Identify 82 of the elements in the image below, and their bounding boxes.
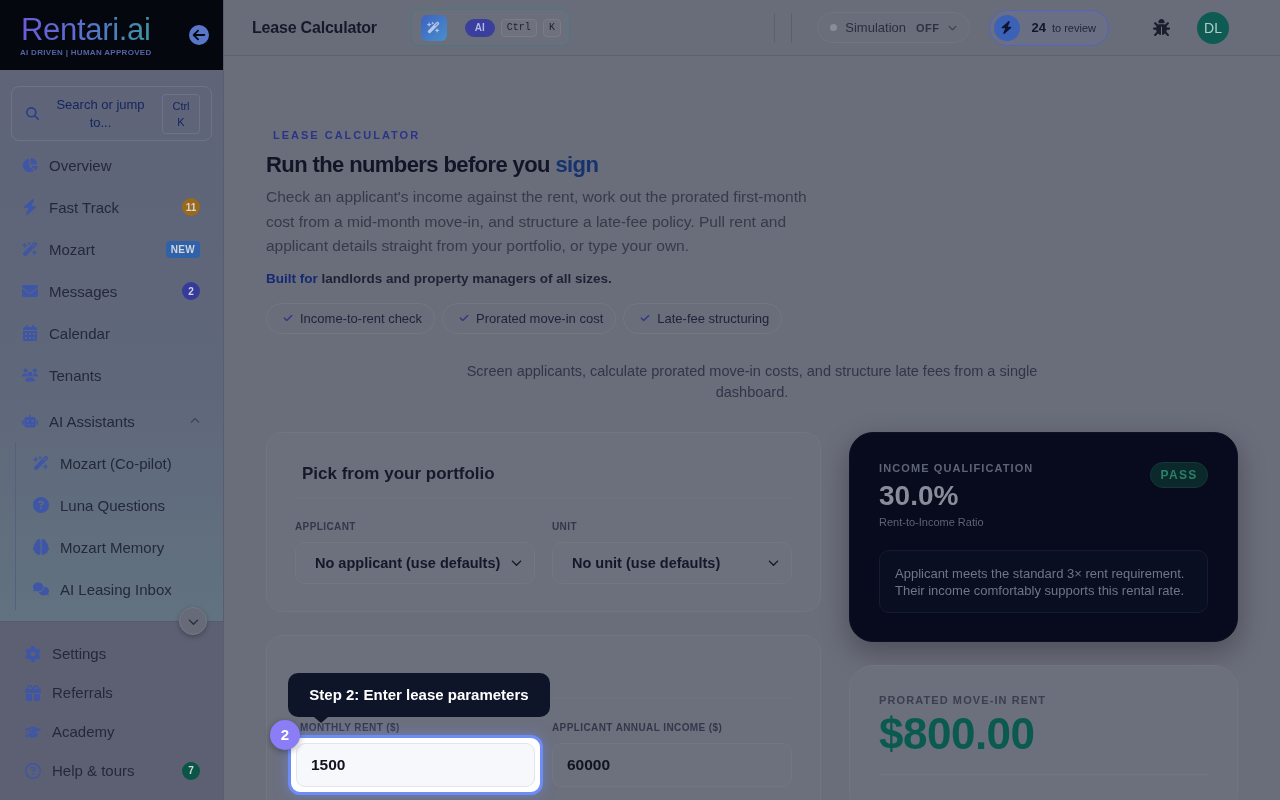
- magic-wand-icon: [420, 14, 447, 41]
- lightning-icon: [993, 14, 1020, 41]
- search-field[interactable]: Search or jump to... Ctrl K: [11, 86, 212, 141]
- nav-item[interactable]: Settings: [11, 634, 212, 673]
- field-label: APPLICANT: [295, 520, 357, 533]
- back-arrow-icon[interactable]: [189, 25, 209, 45]
- new-tag: NEW: [165, 240, 200, 258]
- feature-text: Late-fee structuring: [657, 310, 770, 326]
- nav-item[interactable]: Messages 2: [11, 270, 212, 312]
- check-icon: [459, 313, 470, 323]
- count-badge: 2: [182, 282, 200, 300]
- keyboard-shortcut: Ctrl K: [162, 93, 200, 134]
- lightning-icon: [22, 199, 38, 215]
- magic-wand-icon: [22, 241, 38, 257]
- simulation-toggle[interactable]: Simulation OFF: [817, 12, 970, 43]
- step-badge: 2: [270, 719, 300, 750]
- nav-item[interactable]: Referrals: [11, 673, 212, 712]
- count-badge: 11: [182, 198, 200, 216]
- nav-item[interactable]: Tenants: [11, 354, 212, 396]
- search-icon: [26, 107, 39, 120]
- graduation-cap-icon: [25, 723, 41, 740]
- robot-icon: [22, 413, 38, 429]
- ai-command-button[interactable]: AI Ctrl K: [410, 9, 570, 46]
- nav-group[interactable]: AI Assistants: [11, 400, 212, 442]
- page-title: Lease Calculator: [252, 18, 377, 37]
- input-field[interactable]: 1500: [296, 742, 535, 787]
- brain-icon: [33, 539, 49, 555]
- tour-tooltip: Step 2: Enter lease parameters: [288, 672, 550, 717]
- people-icon: [22, 367, 38, 383]
- nav-item[interactable]: Mozart Memory: [16, 526, 212, 568]
- pie-chart-icon: [22, 157, 38, 173]
- audience-line: Built for landlords and property managers of all sizes.: [266, 269, 613, 288]
- card-title: Pick from your portfolio: [301, 462, 496, 485]
- nav-item[interactable]: Calendar: [11, 312, 212, 354]
- nav-item[interactable]: Help & tours 7: [11, 751, 212, 790]
- question-icon: [33, 497, 49, 513]
- nav-item[interactable]: Academy: [11, 712, 212, 751]
- nav-item[interactable]: Mozart NEW: [11, 228, 212, 270]
- ratio-caption: Rent-to-Income Ratio: [879, 514, 985, 529]
- qualification-note: Applicant meets the standard 3× rent requirement. Their income comfortably supports this rental rate.: [879, 549, 1208, 613]
- dropdown[interactable]: No applicant (use defaults): [295, 541, 535, 584]
- amount-value: $800.00: [879, 709, 1036, 758]
- user-avatar[interactable]: DL: [1197, 11, 1229, 44]
- search-placeholder: Search or jump to...: [55, 95, 146, 132]
- review-button[interactable]: 24 to review: [988, 9, 1109, 46]
- chat-bubbles-icon: [33, 581, 49, 597]
- field-label: APPLICANT ANNUAL INCOME ($): [552, 721, 724, 734]
- nav-item[interactable]: AI Leasing Inbox: [16, 568, 212, 610]
- keyboard-key: Ctrl: [500, 18, 537, 37]
- help-icon: [25, 762, 41, 779]
- input-field[interactable]: 60000: [552, 742, 792, 787]
- dropdown[interactable]: No unit (use defaults): [552, 541, 792, 584]
- nav-item[interactable]: Mozart (Co-pilot): [16, 442, 212, 484]
- envelope-icon: [22, 283, 38, 299]
- calendar-icon: [22, 325, 38, 341]
- feature-text: Prorated move-in cost: [476, 310, 604, 326]
- bug-icon[interactable]: [1153, 19, 1170, 36]
- ai-badge: AI: [464, 18, 495, 37]
- check-icon: [640, 313, 651, 323]
- logo-tagline: AI DRIVEN | HUMAN APPROVED: [20, 48, 152, 57]
- hero-subtitle: Screen applicants, calculate prorated move-in costs, and structure late fees from a single dashboard.: [465, 361, 1039, 402]
- pointer-icon: [314, 716, 328, 723]
- section-eyebrow: LEASE CALCULATOR: [273, 128, 422, 142]
- settings-icon: [25, 645, 41, 662]
- ratio-value: 30.0%: [879, 479, 960, 512]
- chevron-down-icon: [947, 23, 957, 32]
- chevron-down-icon: [768, 557, 779, 568]
- field-label: UNIT: [552, 520, 578, 533]
- check-icon: [283, 313, 293, 323]
- nav-item[interactable]: Fast Track 11: [11, 186, 212, 228]
- card-label: INCOME QUALIFICATION: [879, 461, 1034, 475]
- magic-wand-icon: [33, 455, 49, 471]
- keyboard-key: K: [542, 18, 561, 37]
- count-badge: 7: [182, 761, 200, 780]
- nav-item[interactable]: Overview: [11, 144, 212, 186]
- hero-heading: Run the numbers before you sign: [266, 151, 600, 179]
- status-badge: PASS: [1150, 461, 1208, 488]
- gift-icon: [25, 684, 41, 701]
- field-label: MONTHLY RENT ($): [299, 721, 401, 734]
- feature-text: Income-to-rent check: [300, 310, 423, 326]
- chevron-down-icon: [511, 557, 522, 568]
- nav-item[interactable]: Luna Questions: [16, 484, 212, 526]
